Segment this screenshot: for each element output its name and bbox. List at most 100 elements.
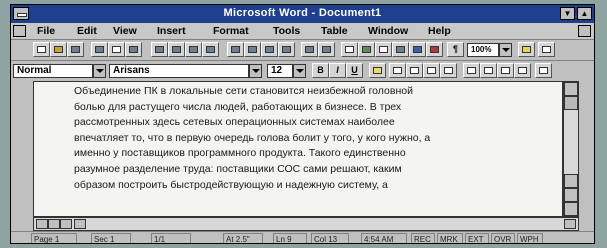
zoom-dropdown-icon[interactable] [499, 43, 512, 57]
document-line: болью для растущего числа людей, работаю… [74, 100, 402, 113]
redo-icon[interactable] [261, 42, 278, 57]
undo-icon[interactable] [227, 42, 244, 57]
document-line: впечатляет то, что в первую очередь голо… [74, 131, 431, 144]
scroll-right-icon[interactable] [564, 219, 576, 229]
new-document-icon[interactable] [33, 42, 50, 57]
document-line: именно у поставщиков программного продук… [74, 147, 406, 160]
status-line: Ln 9 [273, 233, 307, 243]
insert-address-icon[interactable] [318, 42, 335, 57]
status-wph[interactable]: WPH [517, 233, 543, 243]
bullets-icon[interactable] [480, 63, 497, 78]
chart-icon[interactable] [426, 42, 443, 57]
highlight-icon[interactable] [369, 63, 386, 78]
tip-wizard-icon[interactable] [518, 42, 535, 57]
align-left-icon[interactable] [389, 63, 406, 78]
redo-dropdown-icon[interactable] [278, 42, 295, 57]
status-rec[interactable]: REC [411, 233, 435, 243]
underline-button[interactable]: U [346, 63, 363, 78]
document-line: образом построить быстродействующую и на… [74, 178, 388, 191]
left-margin [11, 81, 33, 231]
font-size-field[interactable]: 12 [267, 64, 293, 78]
document-restore-button[interactable] [578, 25, 591, 37]
menu-view[interactable]: View [113, 25, 137, 37]
status-page: Page 1 [31, 233, 77, 243]
style-field[interactable]: Normal [13, 64, 93, 78]
cut-icon[interactable] [151, 42, 168, 57]
standard-toolbar: ¶ 100% [11, 40, 594, 61]
window-title: Microsoft Word - Document1 [223, 7, 382, 19]
align-right-icon[interactable] [423, 63, 440, 78]
horizontal-scrollbar[interactable] [33, 217, 579, 231]
print-preview-icon[interactable] [108, 42, 125, 57]
font-field[interactable]: Arisans [109, 64, 249, 78]
document-control-icon[interactable] [13, 25, 26, 37]
document-line: разумное разделение труда: поставщики СО… [74, 162, 402, 175]
decrease-indent-icon[interactable] [497, 63, 514, 78]
normal-view-icon[interactable] [36, 219, 48, 229]
vertical-scrollbar[interactable] [563, 81, 579, 217]
document-line: Объединение ПК в локальные сети становит… [74, 85, 413, 97]
document-line: рассмотренных здесь сетевых операционных… [74, 116, 395, 129]
scroll-down-icon[interactable] [564, 202, 578, 216]
page-layout-view-icon[interactable] [48, 219, 60, 229]
open-folder-icon[interactable] [50, 42, 67, 57]
menu-window[interactable]: Window [368, 25, 408, 37]
insert-frame-icon[interactable] [392, 42, 409, 57]
menu-edit[interactable]: Edit [77, 25, 97, 37]
save-icon[interactable] [67, 42, 84, 57]
status-col: Col 13 [311, 233, 349, 243]
print-icon[interactable] [91, 42, 108, 57]
undo-dropdown-icon[interactable] [244, 42, 261, 57]
paste-icon[interactable] [185, 42, 202, 57]
document-area[interactable]: Объединение ПК в локальные сети становит… [33, 81, 563, 217]
drawing-icon[interactable] [409, 42, 426, 57]
formatting-toolbar: Normal Arisans 12 B I U [11, 61, 594, 82]
style-dropdown-icon[interactable] [93, 64, 106, 78]
previous-page-icon[interactable] [564, 174, 578, 188]
menu-help[interactable]: Help [428, 25, 451, 37]
bold-button[interactable]: B [312, 63, 329, 78]
justify-icon[interactable] [440, 63, 457, 78]
word-window: Microsoft Word - Document1 ▼ ▲ File Edit… [10, 4, 595, 244]
increase-indent-icon[interactable] [514, 63, 531, 78]
minimize-button[interactable]: ▼ [560, 7, 575, 20]
show-paragraph-button[interactable]: ¶ [447, 42, 464, 57]
font-dropdown-icon[interactable] [249, 64, 262, 78]
columns-icon[interactable] [375, 42, 392, 57]
zoom-field[interactable]: 100% [467, 43, 499, 57]
status-section: Sec 1 [91, 233, 131, 243]
outline-view-icon[interactable] [60, 219, 72, 229]
borders-icon[interactable] [535, 63, 552, 78]
title-bar[interactable]: Microsoft Word - Document1 ▼ ▲ [11, 5, 594, 23]
status-at: At 2.5" [223, 233, 263, 243]
menu-table[interactable]: Table [321, 25, 348, 37]
menu-bar: File Edit View Insert Format Tools Table… [11, 23, 594, 40]
font-size-dropdown-icon[interactable] [293, 64, 306, 78]
spelling-icon[interactable] [125, 42, 142, 57]
insert-table-icon[interactable] [341, 42, 358, 57]
italic-button[interactable]: I [329, 63, 346, 78]
maximize-button[interactable]: ▲ [577, 7, 592, 20]
right-margin [579, 81, 594, 231]
scroll-left-icon[interactable] [74, 219, 86, 229]
scroll-thumb[interactable] [564, 96, 578, 110]
menu-format[interactable]: Format [213, 25, 249, 37]
menu-tools[interactable]: Tools [273, 25, 300, 37]
next-page-icon[interactable] [564, 188, 578, 202]
scroll-up-icon[interactable] [564, 82, 578, 96]
status-ext[interactable]: EXT [465, 233, 489, 243]
copy-icon[interactable] [168, 42, 185, 57]
numbering-icon[interactable] [463, 63, 480, 78]
autoformat-icon[interactable] [301, 42, 318, 57]
align-center-icon[interactable] [406, 63, 423, 78]
insert-excel-icon[interactable] [358, 42, 375, 57]
help-icon[interactable] [538, 42, 555, 57]
status-ovr[interactable]: OVR [491, 233, 515, 243]
status-bar: Page 1 Sec 1 1/1 At 2.5" Ln 9 Col 13 4:5… [11, 231, 594, 243]
status-time: 4:54 AM [361, 233, 407, 243]
document-text[interactable]: Объединение ПК в локальные сети становит… [74, 84, 559, 193]
menu-file[interactable]: File [37, 25, 55, 37]
menu-insert[interactable]: Insert [157, 25, 186, 37]
status-mrk[interactable]: MRK [437, 233, 463, 243]
format-painter-icon[interactable] [202, 42, 219, 57]
